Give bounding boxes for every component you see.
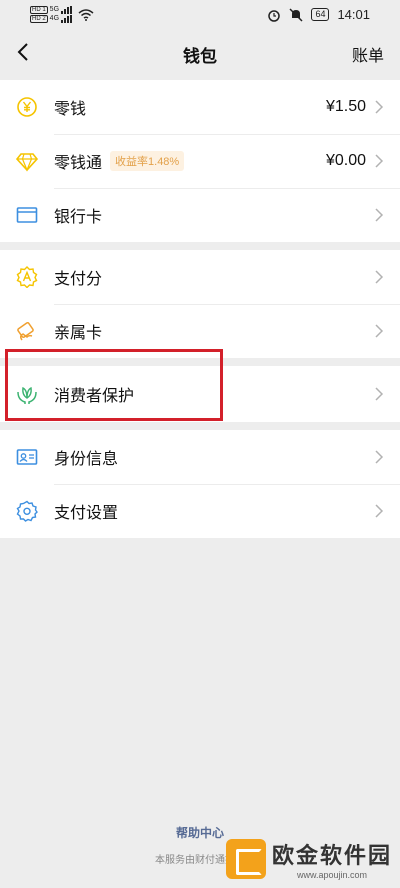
chevron-right-icon <box>375 324 384 338</box>
row-label: 身份信息 <box>54 451 119 468</box>
row-label: 消费者保护 <box>54 388 135 405</box>
sim2-network: 4G <box>49 15 60 22</box>
change-balance: ¥1.50 <box>325 98 366 115</box>
sim2-label: HD 2 <box>30 15 48 23</box>
row-change-plus[interactable]: 零钱通 收益率1.48% ¥0.00 <box>0 134 400 188</box>
row-label: 亲属卡 <box>54 325 103 342</box>
nav-bar: 钱包 账单 <box>0 32 400 76</box>
chevron-right-icon <box>375 450 384 464</box>
alarm-icon <box>268 9 281 22</box>
hands-leaf-icon <box>16 383 38 405</box>
row-consumer-protection[interactable]: 消费者保护 <box>0 366 400 422</box>
chevron-right-icon <box>375 100 384 114</box>
row-change[interactable]: 零钱 ¥1.50 <box>0 80 400 134</box>
protection-group: 消费者保护 <box>0 366 400 422</box>
status-bar: HD 1 5G HD 2 4G 64 14:01 <box>0 0 400 32</box>
chevron-right-icon <box>375 387 384 401</box>
row-label: 银行卡 <box>54 209 103 226</box>
status-right: 64 14:01 <box>267 7 370 22</box>
mute-icon <box>289 7 303 22</box>
signal-indicators: HD 1 5G HD 2 4G <box>30 6 94 23</box>
battery-level: 64 <box>311 8 330 21</box>
row-identity-info[interactable]: 身份信息 <box>0 430 400 484</box>
row-label: 零钱 <box>54 101 87 118</box>
watermark-name: 欧金软件园 <box>271 843 392 868</box>
settings-group: 身份信息 支付设置 <box>0 430 400 538</box>
id-card-icon <box>16 446 38 468</box>
watermark-url: www.apoujin.com <box>296 870 367 880</box>
score-badge-icon <box>16 266 38 288</box>
row-label: 支付分 <box>54 271 103 288</box>
signal-icon <box>61 6 73 14</box>
row-bank-card[interactable]: 银行卡 <box>0 188 400 242</box>
watermark: 欧金软件园 www.apoujin.com <box>225 838 392 880</box>
change-plus-balance: ¥0.00 <box>325 152 366 169</box>
sim-indicators: HD 1 5G HD 2 4G <box>30 6 73 23</box>
bank-card-icon <box>16 204 38 226</box>
row-label: 零钱通 <box>54 155 103 172</box>
sim1-network: 5G <box>49 6 60 13</box>
yield-badge: 收益率1.48% <box>110 151 185 171</box>
yuan-coin-icon <box>16 96 38 118</box>
chevron-right-icon <box>375 270 384 284</box>
row-pay-score[interactable]: 支付分 <box>0 250 400 304</box>
bill-button[interactable]: 账单 <box>352 42 384 66</box>
signal-icon <box>61 15 73 23</box>
page-title: 钱包 <box>183 47 217 66</box>
services-group: 支付分 亲属卡 <box>0 250 400 358</box>
row-payment-settings[interactable]: 支付设置 <box>0 484 400 538</box>
chevron-right-icon <box>375 154 384 168</box>
row-label: 支付设置 <box>54 505 119 522</box>
sim1-label: HD 1 <box>30 6 48 14</box>
wifi-icon <box>78 8 94 21</box>
diamond-icon <box>16 150 38 172</box>
family-card-icon <box>16 320 38 342</box>
gear-icon <box>16 500 38 522</box>
chevron-right-icon <box>375 208 384 222</box>
watermark-logo-icon <box>225 839 266 879</box>
clock: 14:01 <box>337 7 370 22</box>
wallet-group: 零钱 ¥1.50 零钱通 收益率1.48% ¥0.00 银行卡 <box>0 80 400 242</box>
chevron-right-icon <box>375 504 384 518</box>
row-family-card[interactable]: 亲属卡 <box>0 304 400 358</box>
